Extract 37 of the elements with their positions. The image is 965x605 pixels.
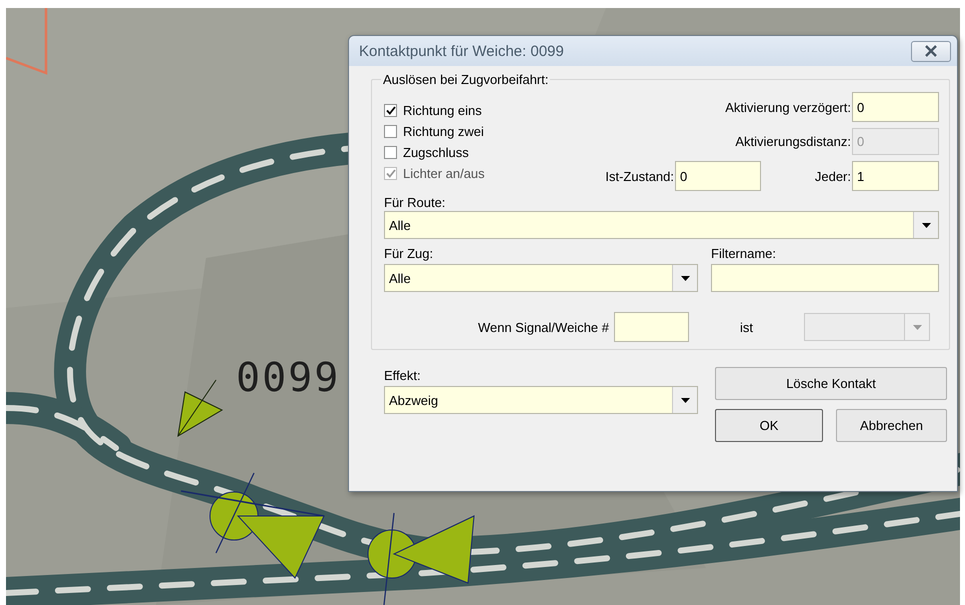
close-icon xyxy=(924,45,938,57)
dialog-button[interactable]: Lösche Kontakt xyxy=(715,367,947,400)
track-label: 0099 xyxy=(236,358,340,398)
dropdown-arrow-icon xyxy=(680,276,690,280)
field-label: Wenn Signal/Weiche # xyxy=(476,320,610,334)
field-label: Für Route: xyxy=(384,195,446,210)
field-label: Aktivierungsdistanz: xyxy=(734,133,852,151)
field-label: Filtername: xyxy=(711,246,778,261)
dialog-button[interactable]: Abbrechen xyxy=(836,409,947,442)
field-label: Ist-Zustand: xyxy=(604,168,675,186)
input-field[interactable]: 0 xyxy=(675,161,761,191)
field-label: ist xyxy=(739,320,754,334)
input-field[interactable]: 1 xyxy=(852,161,939,191)
field-label: Effekt: xyxy=(384,368,422,383)
signal-number-field[interactable] xyxy=(614,312,689,342)
train-dropdown[interactable]: Alle xyxy=(384,264,698,292)
checkbox-label: Richtung eins xyxy=(403,102,482,118)
dropdown-arrow-icon xyxy=(680,398,690,402)
effect-dropdown[interactable]: Abzweig xyxy=(384,386,698,414)
dropdown-arrow-icon xyxy=(922,222,930,228)
dialog-button[interactable]: OK xyxy=(715,409,823,442)
checkbox[interactable] xyxy=(384,104,397,116)
field-label: Jeder: xyxy=(814,168,852,186)
field-label: Für Zug: xyxy=(384,246,434,261)
dropdown-arrow-icon xyxy=(912,324,922,330)
filter-name-field[interactable] xyxy=(711,264,939,292)
field-label: Aktivierung verzögert: xyxy=(724,98,852,117)
checkbox[interactable] xyxy=(384,124,397,138)
route-dropdown[interactable]: Alle xyxy=(384,211,939,239)
checkbox[interactable] xyxy=(384,146,397,158)
input-field[interactable]: 0 xyxy=(852,92,939,122)
close-button[interactable] xyxy=(911,40,951,62)
checkbox-label: Richtung zwei xyxy=(403,124,484,138)
group-title: Auslösen bei Zugvorbeifahrt: xyxy=(382,72,550,87)
checkbox-label: Zugschluss xyxy=(403,144,469,160)
window-title: Kontaktpunkt für Weiche: 0099 xyxy=(359,42,564,60)
checkbox-label: Lichter an/aus xyxy=(403,166,485,180)
